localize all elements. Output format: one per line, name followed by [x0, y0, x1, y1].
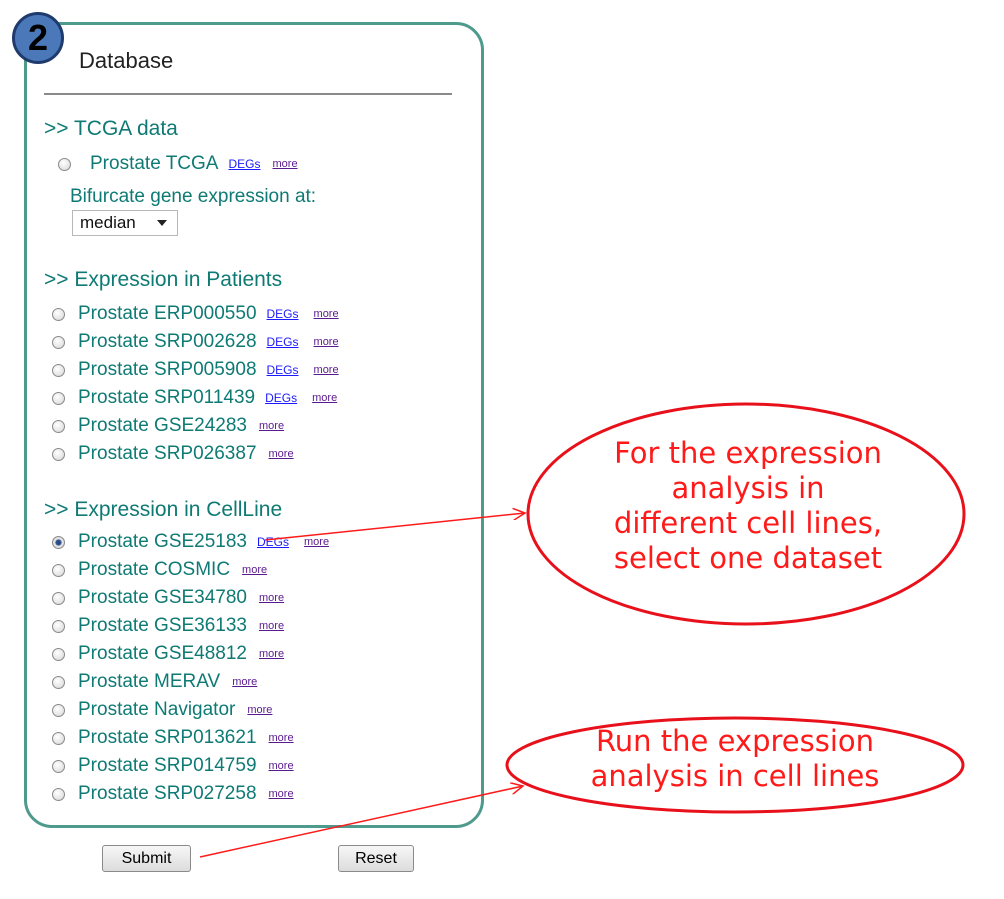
arrow-to-cellline-callout	[264, 513, 525, 541]
callout-line: select one dataset	[613, 541, 883, 575]
callout-text-cellline: For the expression analysis in different…	[560, 436, 936, 576]
callout-text-submit: Run the expression analysis in cell line…	[540, 724, 930, 794]
callout-line: different cell lines,	[613, 506, 883, 540]
callout-line: analysis in	[671, 471, 825, 505]
arrow-to-submit-callout	[199, 786, 523, 858]
callout-line: For the expression	[614, 436, 882, 470]
callout-line: analysis in cell lines	[590, 759, 880, 793]
callout-line: Run the expression	[595, 724, 875, 758]
